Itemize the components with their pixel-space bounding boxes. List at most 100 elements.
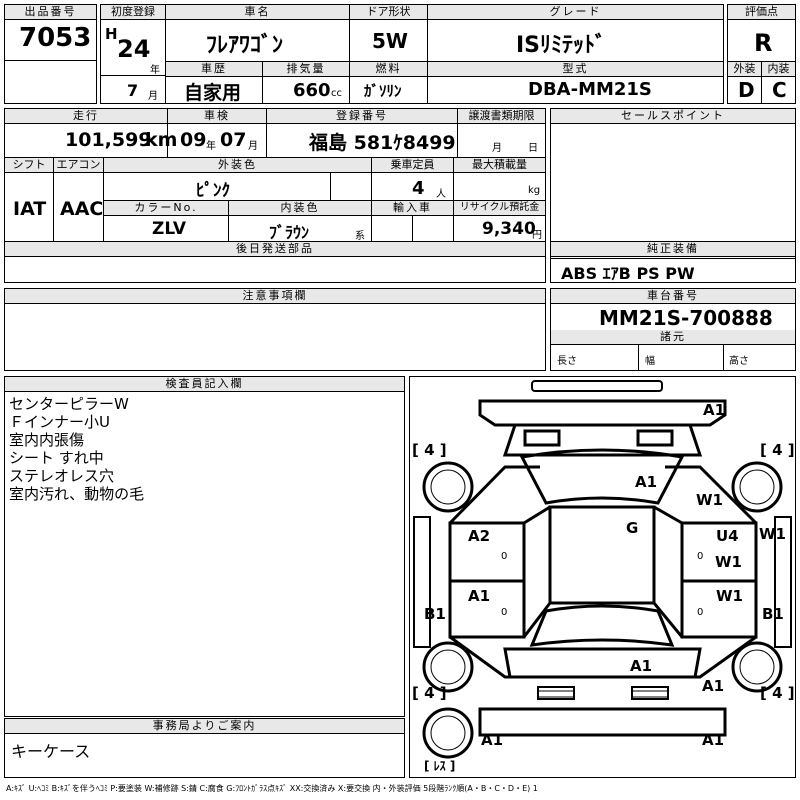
ext-color-label: 外装色 [104, 158, 371, 173]
tire-depth-rear-left: [ 4 ] [412, 684, 447, 702]
transfer-month-unit: 月 [492, 143, 502, 154]
int-color-box: 内装色 ﾌﾞﾗｳﾝ 系 [228, 200, 372, 242]
max-load-box: 最大積載量 kg [453, 157, 546, 201]
office-note: キーケース [11, 742, 91, 761]
later-parts-box: 後日発送部品 [4, 241, 546, 283]
int-color: ﾌﾞﾗｳﾝ [269, 223, 310, 242]
inspection-month-unit: 月 [248, 141, 258, 152]
capacity: 4 [412, 178, 425, 199]
transfer-label: 譲渡書類期限 [458, 109, 545, 124]
damage-mark: A1 [630, 657, 653, 675]
inspection-month: 07 [220, 129, 247, 151]
office-box: 事務局よりご案内 キーケース [4, 718, 405, 778]
import-label: 輸入車 [372, 201, 453, 216]
tire-depth-value: 4 [772, 441, 783, 459]
car-name: ﾌﾚｱﾜｺﾞﾝ [206, 33, 284, 58]
shift: IAT [13, 198, 47, 220]
exterior-label: 外装 [728, 62, 761, 77]
inspector-note: シート すれ中 [9, 449, 104, 467]
displacement-label: 排気量 [263, 62, 349, 77]
damage-diagram: A1 A1 W1 G A2 U4 W1 W1 A1 W1 B1 B1 A1 A1… [409, 376, 796, 778]
color-no-box: カラーNo. ZLV [103, 200, 229, 242]
door-type: 5W [372, 29, 408, 53]
office-label: 事務局よりご案内 [5, 719, 404, 734]
recycle-box: リサイクル預託金 9,340 円 [453, 200, 546, 242]
history-box: 車歴 自家用 [165, 61, 263, 104]
transfer-day-unit: 日 [528, 143, 538, 154]
later-parts-label: 後日発送部品 [5, 242, 545, 257]
inspector-note: センターピラーW [9, 395, 129, 413]
import-box: 輸入車 [371, 200, 454, 242]
inspection-label: 車検 [168, 109, 266, 124]
transfer-box: 譲渡書類期限 月 日 [457, 108, 546, 158]
first-reg-month: 7 [127, 81, 139, 100]
interior-score-box: 内装 C [761, 61, 796, 104]
score-label: 評価点 [728, 5, 795, 20]
mileage: 101,599 [65, 129, 152, 151]
notes-label: 注意事項欄 [5, 289, 545, 304]
genuine-box: 純正装備 ABS ｴｱB PS PW [550, 241, 796, 283]
int-color-label: 内装色 [229, 201, 371, 216]
damage-mark: A1 [702, 731, 725, 749]
length-label: 長さ [557, 356, 577, 367]
grade-box: グレード ISﾘﾐﾃｯﾄﾞ [427, 4, 724, 62]
tire-depth-value: 4 [772, 684, 783, 702]
door-box: ドア形状 5W [349, 4, 428, 62]
aircon-label: エアコン [54, 158, 103, 173]
mileage-label: 走行 [5, 109, 167, 124]
car-outline [413, 380, 792, 759]
inspection-year: 09 [180, 129, 207, 151]
notes-box: 注意事項欄 [4, 288, 546, 371]
lot-number-label: 出品番号 [5, 5, 96, 20]
int-color-suffix: 系 [355, 231, 365, 242]
mileage-box: 走行 101,599 km [4, 108, 177, 158]
door-label: ドア形状 [350, 5, 427, 20]
car-name-label: 車名 [166, 5, 349, 20]
spare-tire: [ ﾚｽ ] [424, 759, 456, 773]
damage-mark: W1 [716, 587, 743, 605]
ext-color-box: 外装色 ﾋﾟﾝｸ [103, 157, 372, 201]
max-load-unit: kg [528, 185, 541, 196]
capacity-box: 乗車定員 4 人 [371, 157, 454, 201]
height-label: 高さ [729, 356, 749, 367]
genuine-label: 純正装備 [551, 242, 795, 257]
first-reg-month-unit: 月 [148, 91, 158, 102]
damage-mark: A2 [468, 527, 491, 545]
ext-color: ﾋﾟﾝｸ [196, 181, 230, 201]
first-reg-year: 24 [117, 35, 151, 63]
tire-depth-value: 4 [424, 684, 435, 702]
inspector-box: 検査員記入欄 センターピラーW Ｆインナー小U 室内内張傷 シート すれ中 ステ… [4, 376, 405, 717]
door-zero: 0 [697, 551, 704, 562]
displacement-box: 排気量 660 cc [262, 61, 350, 104]
model-code: DBA-MM21S [528, 79, 652, 100]
inspector-note: 室内汚れ、動物の毛 [9, 485, 145, 503]
legend: A:ｷｽﾞ U:ﾍｺﾐ B:ｷｽﾞを伴うﾍｺﾐ P:要塗装 W:補修跡 S:錆 … [6, 784, 538, 793]
car-name-box: 車名 ﾌﾚｱﾜｺﾞﾝ [165, 4, 350, 62]
tire-depth-front-right: [ 4 ] [760, 441, 795, 459]
width-label: 幅 [645, 356, 655, 367]
history: 自家用 [184, 82, 242, 104]
genuine-equipment: ABS ｴｱB PS PW [561, 264, 695, 283]
tire-depth-value: 4 [424, 441, 435, 459]
damage-mark: W1 [715, 553, 742, 571]
score-box: 評価点 R [727, 4, 796, 62]
score-exterior: D [738, 78, 755, 102]
max-load-label: 最大積載量 [454, 158, 545, 173]
shift-box: シフト IAT [4, 157, 54, 242]
score-interior: C [772, 78, 787, 102]
damage-mark: W1 [759, 525, 786, 543]
displacement: 660 [293, 80, 331, 101]
color-no: ZLV [152, 219, 186, 239]
aircon-box: エアコン AAC [53, 157, 104, 242]
displacement-unit: cc [331, 88, 342, 99]
damage-mark: B1 [424, 605, 446, 623]
chassis-number: MM21S-700888 [599, 306, 773, 330]
recycle-label: リサイクル預託金 [454, 201, 545, 216]
recycle-unit: 円 [532, 230, 542, 241]
inspector-notes: センターピラーW Ｆインナー小U 室内内張傷 シート すれ中 ステレオレス穴 室… [9, 395, 144, 503]
fuel: ｶﾞｿﾘﾝ [364, 82, 402, 100]
first-reg-era: H [105, 25, 118, 43]
inspector-note: Ｆインナー小U [9, 413, 110, 431]
tire-depth-rear-right: [ 4 ] [760, 684, 795, 702]
inspector-note: 室内内張傷 [9, 431, 85, 449]
